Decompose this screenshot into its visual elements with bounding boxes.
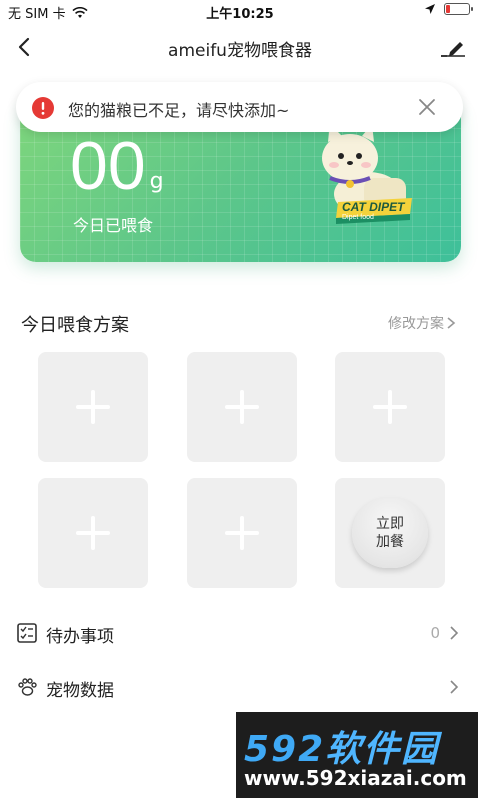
modify-plan-label: 修改方案 [388, 316, 444, 332]
status-right [424, 3, 473, 15]
edit-button[interactable] [438, 32, 468, 62]
chevron-right-icon [450, 680, 459, 694]
fed-amount: 00 g [70, 132, 164, 200]
todo-label: 待办事项 [46, 627, 114, 647]
add-meal-slot: 立即加餐 [335, 478, 445, 588]
page-title: ameifu宠物喂食器 [168, 41, 312, 61]
plus-icon [76, 516, 110, 550]
pet-data-label: 宠物数据 [46, 681, 114, 701]
watermark-brand: 592软件园 [244, 720, 439, 772]
add-meal-label: 立即加餐 [376, 516, 404, 550]
low-food-alert: 您的猫粮已不足，请尽快添加~ [16, 82, 463, 132]
plus-icon [225, 516, 259, 550]
feeding-plan-title: 今日喂食方案 [21, 315, 129, 336]
add-meal-button[interactable]: 立即加餐 [352, 498, 428, 568]
chevron-right-icon [447, 317, 456, 329]
checklist-icon [17, 623, 37, 643]
mascot-subsign-text: Dipet food [342, 214, 374, 221]
mascot-sign-text: CAT DIPET [342, 200, 405, 214]
pet-data-row[interactable]: 宠物数据 [0, 666, 480, 706]
feeding-slot-2[interactable] [187, 352, 297, 462]
alert-message: 您的猫粮已不足，请尽快添加~ [68, 101, 290, 120]
battery-icon [444, 3, 473, 15]
pencil-icon [441, 42, 465, 57]
todo-row[interactable]: 待办事项 0 [0, 612, 480, 652]
plus-icon [373, 390, 407, 424]
watermark-url: www.592xiazai.com [244, 766, 467, 790]
feeding-slot-1[interactable] [38, 352, 148, 462]
status-time: 上午10:25 [206, 7, 274, 22]
chevron-right-icon [450, 626, 459, 640]
status-bar: 无 SIM 卡 上午10:25 [0, 0, 480, 22]
paw-icon [18, 678, 37, 696]
watermark-brand-number: 592 [244, 729, 326, 770]
watermark-brand-text: 软件园 [325, 729, 440, 770]
plus-icon [225, 390, 259, 424]
close-icon[interactable] [417, 97, 437, 117]
fed-amount-unit: g [149, 169, 164, 194]
todo-count: 0 [430, 624, 440, 642]
fed-amount-value: 00 [70, 128, 146, 204]
fed-today-caption: 今日已喂食 [73, 216, 154, 235]
location-arrow-icon [425, 4, 435, 14]
warning-icon [32, 97, 54, 119]
site-watermark: 592软件园 www.592xiazai.com [236, 712, 478, 798]
modify-plan-link[interactable]: 修改方案 [388, 313, 456, 333]
feeding-slot-5[interactable] [187, 478, 297, 588]
nav-bar: ameifu宠物喂食器 [0, 24, 480, 70]
feeding-slot-4[interactable] [38, 478, 148, 588]
plus-icon [76, 390, 110, 424]
feeding-slot-3[interactable] [335, 352, 445, 462]
